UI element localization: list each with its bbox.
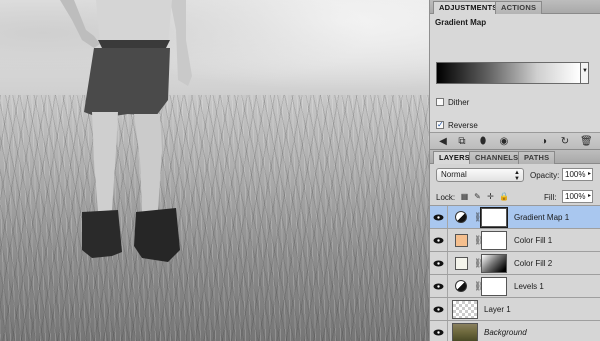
color-fill-swatch[interactable]: [455, 234, 468, 247]
blend-row: Normal ▲ ▼ Opacity: 100% ▸: [430, 164, 600, 186]
visibility-eye-icon[interactable]: [430, 252, 448, 274]
fill-field[interactable]: 100% ▸: [562, 190, 593, 203]
clip-to-layer-icon[interactable]: ⬮: [477, 136, 489, 147]
layers-list: ⛓ Gradient Map 1 ⛓ Color Fill 1 ⛓ Color …: [430, 206, 600, 341]
layer-row-background[interactable]: Background: [430, 321, 600, 341]
layer-row-color-fill-2[interactable]: ⛓ Color Fill 2: [430, 252, 600, 275]
adjustments-toolbar: ◀ ⧉ ⬮ ◉ ◑ ↻ 🗑: [430, 132, 600, 150]
delete-icon[interactable]: 🗑: [580, 136, 593, 147]
dither-label: Dither: [448, 97, 470, 107]
fill-label: Fill:: [544, 193, 557, 202]
lock-image-pixels-icon[interactable]: ✎: [473, 192, 482, 201]
reverse-label: Reverse: [448, 120, 478, 130]
layer-thumbnail[interactable]: [452, 300, 478, 319]
adjustment-title: Gradient Map: [435, 18, 487, 27]
visibility-eye-icon[interactable]: [430, 229, 448, 251]
layer-name: Gradient Map 1: [514, 213, 570, 222]
fill-value: 100%: [565, 192, 586, 201]
lock-row: Lock: ▦ ✎ ✛ 🔒 Fill: 100% ▸: [430, 186, 600, 206]
dither-checkbox[interactable]: [436, 98, 444, 106]
layers-tabbar: LAYERS CHANNELS PATHS: [430, 150, 600, 164]
visibility-eye-icon[interactable]: [430, 206, 448, 228]
opacity-label: Opacity:: [530, 171, 560, 180]
tab-paths[interactable]: PATHS: [518, 151, 556, 164]
adjustments-body: Gradient Map ▼ Dither ✓ Reverse: [430, 14, 600, 132]
lock-transparent-pixels-icon[interactable]: ▦: [460, 192, 469, 201]
opacity-field[interactable]: 100% ▸: [562, 168, 593, 181]
opacity-value: 100%: [565, 170, 586, 179]
view-previous-icon[interactable]: ◑: [538, 136, 550, 147]
layer-mask-thumbnail[interactable]: [481, 277, 507, 296]
visibility-eye-icon[interactable]: [430, 275, 448, 297]
right-panel: ADJUSTMENTS ACTIONS Gradient Map ▼ Dithe…: [429, 0, 600, 341]
layer-name: Levels 1: [514, 282, 544, 291]
dither-option[interactable]: Dither: [436, 97, 469, 107]
layer-thumbnail[interactable]: [452, 323, 478, 341]
gradient-map-icon: [455, 211, 467, 223]
layer-name: Background: [484, 328, 527, 337]
tab-actions[interactable]: ACTIONS: [495, 1, 543, 14]
tab-adjustments[interactable]: ADJUSTMENTS: [433, 1, 504, 14]
adjustments-tabbar: ADJUSTMENTS ACTIONS: [430, 0, 600, 14]
dropdown-arrow-icon: ▸: [587, 193, 591, 199]
layer-row-levels-1[interactable]: ⛓ Levels 1: [430, 275, 600, 298]
lock-position-icon[interactable]: ✛: [486, 192, 495, 201]
reverse-option[interactable]: ✓ Reverse: [436, 120, 478, 130]
tab-channels[interactable]: CHANNELS: [469, 151, 525, 164]
levels-icon: [455, 280, 467, 292]
layer-name: Color Fill 1: [514, 236, 553, 245]
lock-label: Lock:: [436, 193, 456, 202]
blend-mode-select[interactable]: Normal ▲ ▼: [436, 168, 524, 182]
select-arrows-icon: ▲ ▼: [514, 170, 520, 182]
canvas-photo-subject: [60, 0, 192, 262]
visibility-eye-icon[interactable]: ◉: [498, 136, 510, 147]
layer-mask-thumbnail[interactable]: [481, 254, 507, 273]
dropdown-arrow-icon: ▸: [587, 171, 591, 177]
expand-view-icon[interactable]: ⧉: [456, 136, 468, 147]
lock-all-icon[interactable]: 🔒: [499, 192, 509, 201]
layer-mask-thumbnail[interactable]: [481, 231, 507, 250]
color-fill-swatch[interactable]: [455, 257, 468, 270]
reset-icon[interactable]: ↻: [559, 136, 571, 147]
layer-name: Layer 1: [484, 305, 511, 314]
layer-row-gradient-map-1[interactable]: ⛓ Gradient Map 1: [430, 206, 600, 229]
visibility-eye-icon[interactable]: [430, 321, 448, 341]
gradient-preview-bar[interactable]: [436, 62, 581, 84]
document-canvas[interactable]: [0, 0, 429, 341]
layer-name: Color Fill 2: [514, 259, 553, 268]
gradient-dropdown-button[interactable]: ▼: [581, 62, 589, 84]
layer-row-layer-1[interactable]: Layer 1: [430, 298, 600, 321]
chevron-down-icon: ▼: [582, 68, 588, 74]
blend-mode-value: Normal: [441, 170, 467, 179]
reverse-checkbox[interactable]: ✓: [436, 121, 444, 129]
back-arrow-icon[interactable]: ◀: [437, 136, 449, 147]
layer-row-color-fill-1[interactable]: ⛓ Color Fill 1: [430, 229, 600, 252]
selected-mask-frame: [480, 207, 508, 228]
visibility-eye-icon[interactable]: [430, 298, 448, 320]
